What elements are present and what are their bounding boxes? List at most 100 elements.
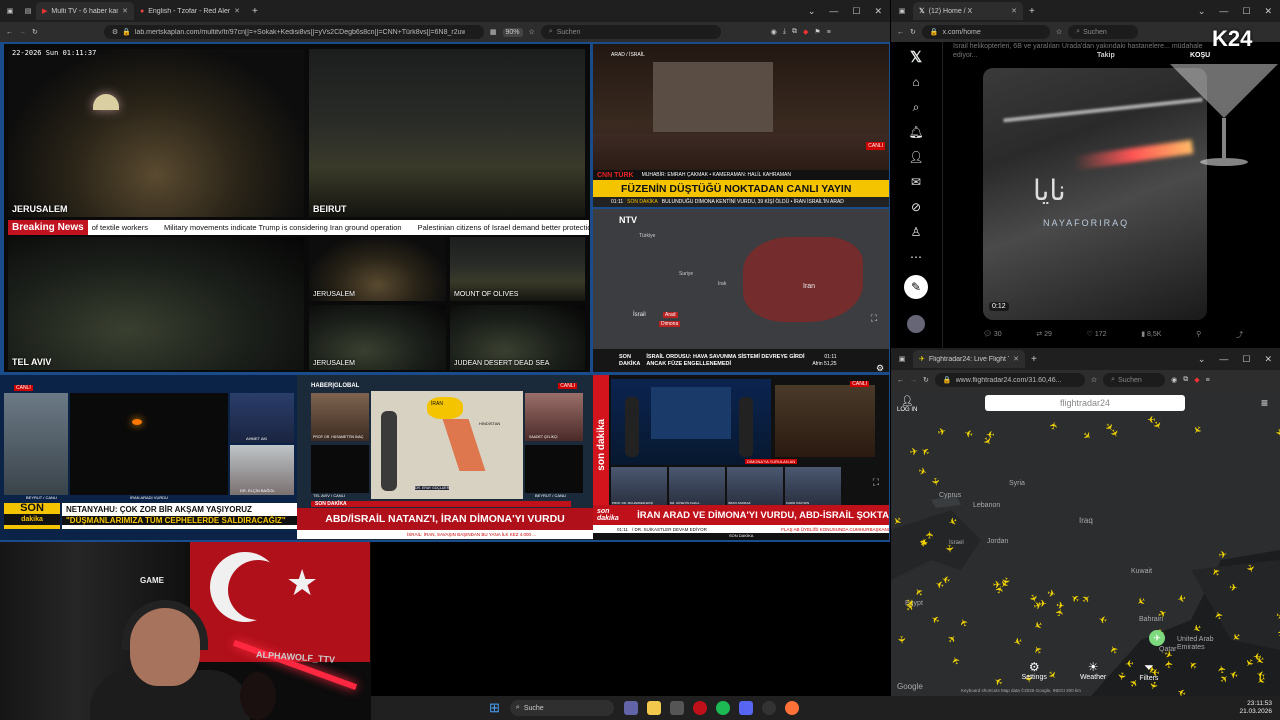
filters-button[interactable]: ⏷ Filters [1139, 660, 1158, 690]
taskbar-search[interactable]: ⌕ Suche [509, 700, 614, 716]
reload-icon[interactable]: ↻ [910, 28, 916, 36]
ublock-icon[interactable]: ◆ [1194, 376, 1199, 384]
aircraft-icon[interactable]: ✈ [1217, 663, 1229, 673]
forward-icon[interactable]: → [910, 377, 917, 384]
url-bar[interactable]: ⚙ 🔒 lab.mertskaplan.com/multitv/tr/97cn[… [103, 25, 484, 39]
minimize-icon[interactable]: — [1219, 354, 1228, 365]
app-icon[interactable] [669, 701, 684, 715]
aircraft-icon[interactable]: ✈ [943, 544, 955, 553]
avatar[interactable] [907, 315, 925, 333]
chevron-down-icon[interactable]: ⌄ [808, 6, 816, 17]
maximize-icon[interactable]: ☐ [1242, 6, 1250, 17]
chevron-down-icon[interactable]: ⌄ [1198, 6, 1206, 17]
reader-icon[interactable]: ▦ [490, 28, 497, 36]
settings-button[interactable]: ⚙ Settings [1022, 660, 1047, 690]
spotify-icon[interactable] [715, 701, 730, 715]
aircraft-icon[interactable]: ✈ [1176, 591, 1186, 604]
aircraft-icon[interactable]: ✈ [917, 538, 929, 547]
close-tab-icon[interactable]: ✕ [122, 7, 128, 15]
bookmark-star-icon[interactable]: ☆ [1056, 28, 1062, 36]
flightradar-map[interactable]: flightradar24 👤︎ LOG IN ≡ Cyprus Lebanon… [891, 390, 1280, 696]
tab-flightradar[interactable]: ✈ Flightradar24: Live Flight Tracke... ✕ [913, 350, 1025, 368]
reload-icon[interactable]: ↻ [32, 28, 38, 36]
profile-icon[interactable]: ♙ [911, 225, 922, 240]
cam-jerusalem-small[interactable]: JERUSALEM [309, 237, 446, 301]
extensions-icon[interactable]: ⧉ [792, 28, 797, 36]
fr-search-bar[interactable]: flightradar24 [985, 395, 1185, 411]
bookmark-icon[interactable]: ⚲ [1196, 330, 1201, 340]
selected-aircraft-marker[interactable]: ✈ [1149, 630, 1165, 646]
cam-grid-feed[interactable]: 22-2026 Sun 01:11:37 JERUSALEM BEIRUT Br… [4, 44, 590, 372]
weather-button[interactable]: ☀ Weather [1080, 660, 1106, 690]
downloads-icon[interactable]: ⤓ [783, 28, 786, 36]
aircraft-icon[interactable]: ✈ [895, 636, 907, 645]
menu-icon[interactable]: ≡ [1261, 396, 1268, 410]
cam-beirut[interactable]: BEIRUT [309, 49, 585, 217]
cam-dead-sea[interactable]: JUDEAN DESERT DEAD SEA [450, 305, 585, 370]
new-tab-icon[interactable]: + [1031, 354, 1037, 365]
tab-x-home[interactable]: 𝕏 (12) Home / X ✕ [913, 2, 1023, 20]
more-icon[interactable]: ⋯ [910, 250, 922, 265]
news-channel-1-feed[interactable]: CANLI AHMET AKI DR. ELÇİN BAĞOL BEYRUT /… [0, 375, 297, 540]
vertical-tabs-icon[interactable]: ▤ [20, 7, 36, 15]
aircraft-icon[interactable]: ✈ [1273, 428, 1280, 438]
notifications-icon[interactable]: 🔔︎ [908, 125, 923, 140]
haber-global-feed[interactable]: HABER|GLOBAL CANLI PROF. DR. HÜSAMETTİN … [297, 375, 593, 540]
chevron-down-icon[interactable]: ⌄ [1198, 354, 1206, 365]
clock[interactable]: 23:11:53 21.03.2026 [1239, 700, 1272, 716]
maximize-icon[interactable]: ☐ [1242, 354, 1250, 365]
fullscreen-icon[interactable]: ⛶ [873, 477, 879, 488]
aircraft-icon[interactable]: ✈ [1038, 599, 1046, 610]
aircraft-icon[interactable]: ✈ [1218, 549, 1228, 561]
ublock-icon[interactable]: ◆ [803, 28, 808, 36]
search-input[interactable]: ⌕ Suchen [1068, 25, 1139, 39]
close-tab-icon[interactable]: ✕ [1011, 7, 1017, 15]
follow-button[interactable]: Takip [1097, 52, 1115, 59]
back-icon[interactable]: ← [6, 29, 13, 36]
menu-icon[interactable]: ≡ [1206, 377, 1210, 384]
share-icon[interactable]: ⤴ [1236, 330, 1243, 340]
file-explorer-icon[interactable] [646, 701, 661, 715]
tab-multitv[interactable]: ▶ Multi TV - 6 haber kanalını ✕ [36, 2, 134, 20]
repost-button[interactable]: ⇄ 29 [1036, 330, 1052, 340]
menu-icon[interactable]: ≡ [827, 29, 831, 36]
search-input[interactable]: ⌕ Suchen [1103, 373, 1166, 387]
cam-mount-of-olives[interactable]: MOUNT OF OLIVES [450, 237, 585, 301]
x-logo-icon[interactable]: 𝕏 [910, 50, 922, 65]
cnn-turk-feed[interactable]: ARAD / İSRAİL CANLI CNN TÜRK MUHABİR: EM… [593, 44, 889, 207]
a-haber-feed[interactable]: son dakika CANLI DİMONA'YA YURULAN AN ⛶ … [593, 375, 889, 540]
tab-actions-icon[interactable]: ▣ [891, 7, 913, 15]
minimize-icon[interactable]: — [829, 6, 838, 17]
obs-icon[interactable] [761, 701, 776, 715]
extensions-icon[interactable]: ⧉ [1183, 376, 1188, 384]
close-icon[interactable]: ✕ [1264, 354, 1272, 365]
back-icon[interactable]: ← [897, 377, 904, 384]
explore-icon[interactable]: ⌕ [913, 100, 920, 115]
tab-actions-icon[interactable]: ▣ [891, 355, 913, 363]
forward-icon[interactable]: → [19, 29, 26, 36]
new-tab-icon[interactable]: + [252, 6, 258, 17]
tab-actions-icon[interactable]: ▣ [0, 7, 20, 15]
extension-icon[interactable]: ⚑ [814, 28, 820, 36]
firefox-icon[interactable] [784, 701, 799, 715]
like-button[interactable]: ♡ 172 [1087, 330, 1107, 340]
aircraft-icon[interactable]: ✈ [1054, 607, 1067, 618]
cam-jerusalem[interactable]: 22-2026 Sun 01:11:37 JERUSALEM [8, 49, 304, 217]
fullscreen-icon[interactable]: ⛶ [871, 313, 877, 324]
grok-icon[interactable]: ⊘ [911, 200, 921, 215]
url-bar[interactable]: 🔒 www.flightradar24.com/31.60,46... [934, 373, 1085, 387]
maximize-icon[interactable]: ☐ [852, 6, 860, 17]
tab-tzofar[interactable]: ● English - Tzofar - Red Alert ✕ [134, 2, 246, 20]
close-tab-icon[interactable]: ✕ [234, 7, 240, 15]
bookmark-star-icon[interactable]: ☆ [529, 28, 535, 36]
login-button[interactable]: 👤︎ LOG IN [897, 396, 917, 413]
messages-icon[interactable]: ✉ [911, 175, 921, 190]
aircraft-icon[interactable]: ✈ [1228, 583, 1238, 595]
ntv-feed[interactable]: NTV Türkiye Suriye Irak Iran İsrail Arad… [593, 209, 889, 372]
reply-button[interactable]: 💬︎ 30 [983, 330, 1002, 340]
account-icon[interactable]: ◉ [1171, 376, 1177, 384]
follow-icon[interactable]: 👤︎ [908, 150, 923, 165]
settings-gear-icon[interactable]: ⚙ [876, 363, 884, 374]
post-button-icon[interactable]: ✎ [904, 275, 928, 299]
cam-jerusalem-small-2[interactable]: JERUSALEM [309, 305, 446, 370]
